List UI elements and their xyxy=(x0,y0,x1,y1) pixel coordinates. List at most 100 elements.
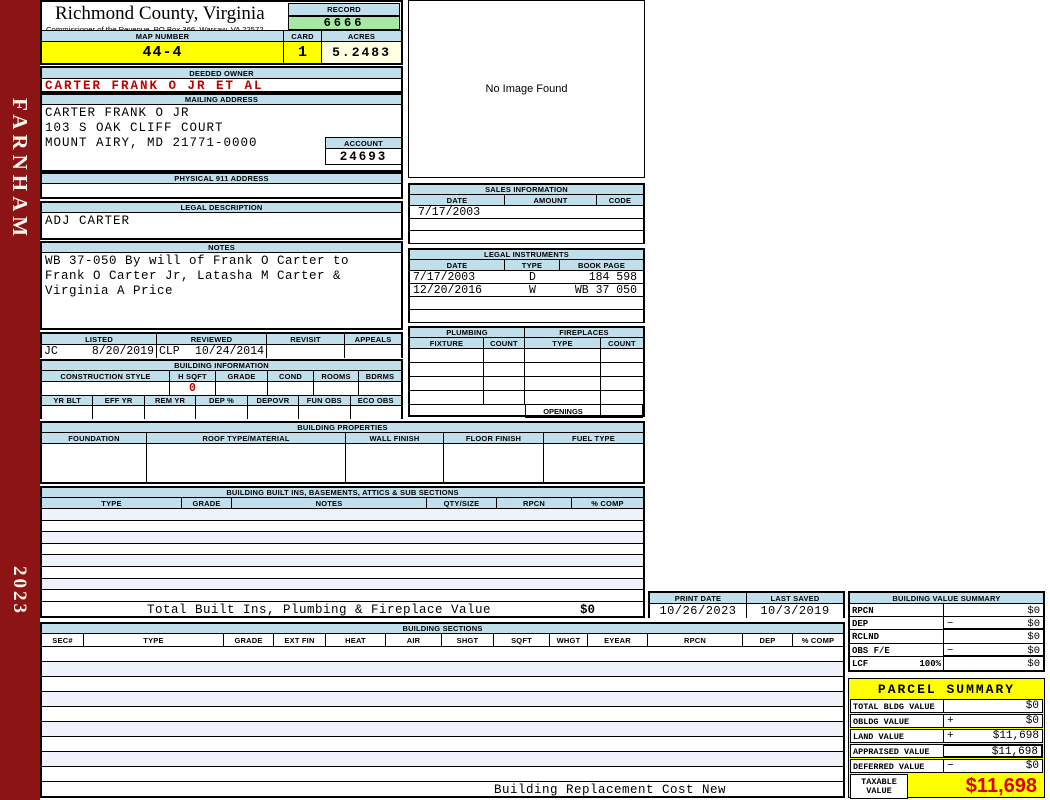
instrument-type xyxy=(505,310,560,322)
built-ins-section: BUILDING BUILT INS, BASEMENTS, ATTICS & … xyxy=(40,486,645,618)
plumbing-fireplace-row xyxy=(410,363,643,377)
sales-date: 7/17/2003 xyxy=(418,206,481,219)
instrument-bookpage-label: BOOK PAGE xyxy=(577,260,626,270)
notes-label: NOTES xyxy=(42,243,401,253)
plumbing-fireplace-row xyxy=(410,391,643,405)
sales-amount xyxy=(505,231,597,243)
card-label: CARD xyxy=(284,31,322,41)
cond-value xyxy=(268,382,314,395)
building-value-summary-title: BUILDING VALUE SUMMARY xyxy=(850,593,1043,604)
mailing-line: 103 S OAK CLIFF COURT xyxy=(45,121,224,135)
map-card-acres-header: MAP NUMBER CARD ACRES xyxy=(42,30,401,42)
bvs-row: OBS F/E − $0 xyxy=(850,643,1043,657)
instrument-type: D xyxy=(529,270,536,284)
bvs-value: $0 xyxy=(1027,618,1040,631)
wall-finish-label: WALL FINISH xyxy=(346,433,444,443)
table-row xyxy=(42,647,843,662)
ext-fin-label: EXT FIN xyxy=(274,634,326,646)
fireplace-type-label: TYPE xyxy=(525,338,601,348)
foundation-value xyxy=(42,444,147,482)
plumbing-fireplace-row xyxy=(410,349,643,363)
sales-row xyxy=(410,231,643,243)
sales-amount xyxy=(505,206,597,218)
openings-value xyxy=(601,405,643,418)
bvs-value: $0 xyxy=(1027,657,1040,670)
instrument-bookpage: 184 598 xyxy=(588,271,637,284)
parcel-op: + xyxy=(947,730,954,742)
district-sidebar: FARNHAM 2023 xyxy=(0,0,40,800)
table-row xyxy=(42,578,643,591)
cond-label: COND xyxy=(268,371,314,381)
sqft-label: SQFT xyxy=(494,634,550,646)
wall-finish-value xyxy=(346,444,444,482)
funobs-label: FUN OBS xyxy=(299,396,351,405)
builtins-type-label: TYPE xyxy=(42,498,182,508)
bdrms-value xyxy=(359,382,401,395)
built-ins-total-value: $0 xyxy=(579,603,595,618)
appeals-value xyxy=(345,345,401,358)
review-section: LISTED REVIEWED REVISIT APPEALS JC 8/20/… xyxy=(40,332,403,358)
acres-label: ACRES xyxy=(347,31,376,41)
sales-code xyxy=(597,219,643,230)
section-comp-label: % COMP xyxy=(801,635,835,645)
sales-code xyxy=(597,231,643,243)
bvs-pct: 100% xyxy=(919,658,941,669)
parcel-value: $11,698 xyxy=(991,746,1038,758)
tax-year: 2023 xyxy=(9,566,30,616)
bvs-row: DEP − $0 xyxy=(850,617,1043,631)
table-row xyxy=(42,555,643,567)
funobs-value xyxy=(299,406,351,419)
district-name: FARNHAM xyxy=(8,98,32,242)
fuel-type-value xyxy=(544,444,643,482)
depovr-label: DEPOVR xyxy=(248,396,300,405)
mailing-address-label: MAILING ADDRESS xyxy=(42,95,401,105)
built-ins-total-label: Total Built Ins, Plumbing & Fireplace Va… xyxy=(147,603,492,618)
table-row xyxy=(42,752,843,767)
taxable-row: TAXABLE VALUE $11,698 xyxy=(850,774,1043,799)
parcel-row: APPRAISED VALUE $11,698 xyxy=(850,744,1043,758)
instrument-bookpage xyxy=(560,310,643,322)
yrblt-label: YR BLT xyxy=(42,396,94,405)
mailing-line: CARTER FRANK O JR xyxy=(45,106,190,120)
reviewed-value: CLP 10/24/2014 xyxy=(157,345,267,358)
reviewed-label: REVIEWED xyxy=(157,334,267,344)
county-title: Richmond County, Virginia xyxy=(55,3,265,24)
sales-amount-label: AMOUNT xyxy=(505,195,597,205)
table-row xyxy=(42,521,643,533)
section-dep-label: DEP xyxy=(743,634,793,646)
parcel-value: $0 xyxy=(1025,760,1039,772)
bvs-row: LCF 100% $0 xyxy=(850,656,1043,670)
hsqft-value: 0 xyxy=(170,382,216,395)
sales-information-section: SALES INFORMATION DATE AMOUNT CODE 7/17/… xyxy=(408,183,645,244)
parcel-value: $0 xyxy=(1025,700,1039,712)
builtins-comp-label: % COMP xyxy=(591,498,624,508)
bvs-label: RCLND xyxy=(852,632,880,643)
instrument-type xyxy=(505,297,560,309)
map-number-label: MAP NUMBER xyxy=(42,31,284,41)
table-row xyxy=(42,662,843,677)
shgt-label: SHGT xyxy=(442,634,494,646)
account-value: 24693 xyxy=(325,149,402,165)
instrument-type-label: TYPE xyxy=(505,260,560,270)
bvs-value: $0 xyxy=(1027,644,1040,657)
table-row xyxy=(42,722,843,737)
legal-description-label: LEGAL DESCRIPTION xyxy=(42,203,401,213)
instrument-date: 12/20/2016 xyxy=(413,284,483,297)
ecoobs-value xyxy=(351,406,401,419)
yrblt-value xyxy=(42,406,94,419)
roof-value xyxy=(147,444,346,482)
bvs-label: OBS F/E xyxy=(852,645,890,656)
parcel-value: $0 xyxy=(1025,715,1039,727)
grade-label: GRADE xyxy=(216,371,268,381)
deeded-owner-section: DEEDED OWNER CARTER FRANK O JR ET AL xyxy=(40,66,403,93)
sales-amount xyxy=(505,219,597,230)
map-card-acres-values: 44-4 1 5.2483 xyxy=(42,42,401,63)
instrument-type: W xyxy=(529,283,536,297)
building-properties-title: BUILDING PROPERTIES xyxy=(42,423,643,433)
print-date-label: PRINT DATE xyxy=(650,593,747,603)
instrument-bookpage: WB 37 050 xyxy=(574,284,637,297)
physical-address-value xyxy=(42,184,401,197)
bdrms-label: BDRMS xyxy=(365,371,395,381)
sales-date xyxy=(410,219,505,230)
building-information-title: BUILDING INFORMATION xyxy=(42,361,401,371)
